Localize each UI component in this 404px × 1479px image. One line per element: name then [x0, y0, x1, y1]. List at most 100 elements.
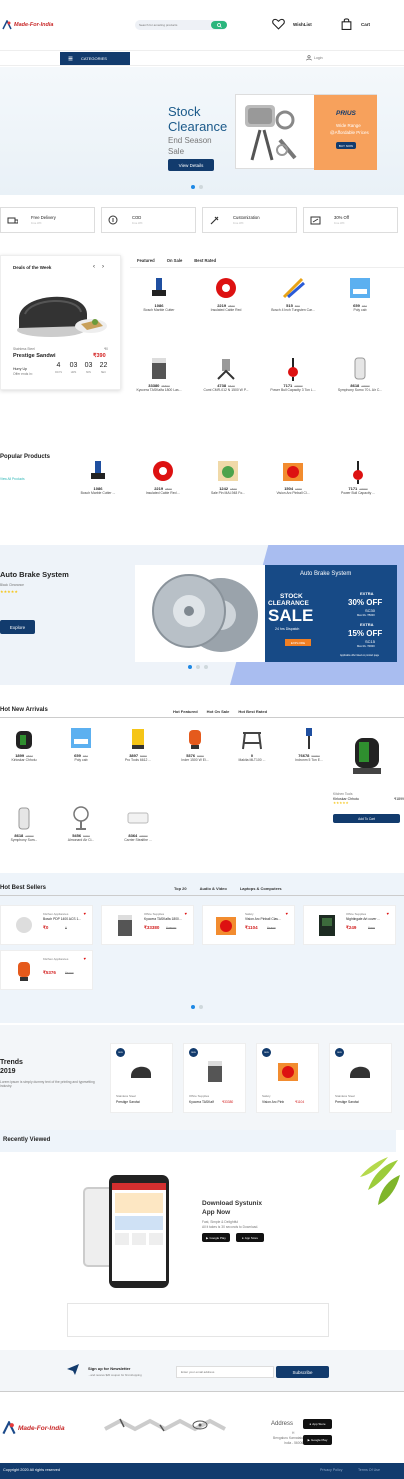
view-details-button[interactable]: View Details	[168, 159, 214, 171]
product-image[interactable]	[85, 458, 111, 484]
product-image[interactable]	[68, 725, 94, 751]
seller-image[interactable]	[213, 912, 239, 940]
trend-name[interactable]: Prestige Sandwi	[335, 1100, 359, 1104]
add-to-cart-button[interactable]: Add To Cart	[333, 814, 400, 823]
deal-prev-arrow[interactable]: ‹	[93, 264, 95, 270]
promo-dot[interactable]	[196, 665, 200, 669]
product-card[interactable]: 1086 Bosch Marble Cutter	[135, 275, 183, 312]
subscribe-button[interactable]: Subscribe	[276, 1366, 329, 1378]
seller-image[interactable]	[112, 912, 138, 940]
product-name[interactable]: Kirloskar Chhotu	[0, 758, 48, 762]
hero-dot-active[interactable]	[191, 185, 195, 189]
product-card[interactable]: 3897 5000 Pro Tools 6612 ...	[114, 725, 162, 762]
seller-card[interactable]: Kitchen Appliances ₹5376 ₹6000 ♥	[0, 950, 93, 990]
product-image[interactable]	[146, 355, 172, 381]
categories-button[interactable]: CATEGORIES	[60, 52, 130, 65]
footer-logo[interactable]: Made-For-India	[2, 1421, 65, 1435]
hero-banner[interactable]: PRIUS Wide Range @Affordable Prices BUY …	[235, 94, 377, 170]
newsletter-email-input[interactable]	[176, 1366, 274, 1378]
popular-link[interactable]: View All Products	[0, 477, 25, 481]
product-card[interactable]: 7171 10000 Power Bull Capacity ...	[334, 458, 382, 495]
tab[interactable]: Laptops & Computers	[240, 886, 282, 891]
deal-next-arrow[interactable]: ›	[102, 264, 104, 270]
product-name[interactable]: Insulated Cable Red	[202, 308, 250, 312]
product-image[interactable]	[296, 725, 322, 751]
trend-card[interactable]: NEW Stainless Steel Prestige Sandwi	[110, 1043, 173, 1113]
heart-icon[interactable]: ♥	[185, 911, 187, 916]
trend-image[interactable]	[202, 1058, 228, 1086]
tab[interactable]: Audio & Video	[200, 886, 227, 891]
product-image[interactable]	[213, 275, 239, 301]
product-image[interactable]	[11, 805, 37, 831]
feature-box[interactable]: 30% Off Free Wifi	[303, 207, 398, 233]
search-bar[interactable]	[135, 20, 227, 30]
product-card[interactable]: 1086 Bosch Marble Cutter ...	[74, 458, 122, 495]
product-name[interactable]: Cumi CMR-012 N 1500 W P...	[202, 388, 250, 392]
product-card[interactable]: 8364 10000 Carrier Stealthe ...	[114, 805, 162, 842]
search-button[interactable]	[211, 21, 227, 29]
seller-name[interactable]: Bosch PDP 1400 ACS 1...	[43, 917, 81, 921]
product-name[interactable]: Symphony Sumo 70 L Air C...	[336, 388, 384, 392]
product-name[interactable]: Poly cab	[336, 308, 384, 312]
arrivals-side-card[interactable]: Kitchen Tools Kirloskar Chhotu ₹1899 ★★★…	[333, 730, 404, 840]
product-card[interactable]: 659 774 Poly cab	[57, 725, 105, 762]
explore-button[interactable]: Explore	[0, 620, 35, 634]
product-card[interactable]: 8618 10000 Symphony Sum...	[0, 805, 48, 842]
heart-icon[interactable]: ♥	[387, 911, 389, 916]
terms-link[interactable]: Terms Of Use	[358, 1468, 380, 1472]
product-name[interactable]: Kyocera TASKalfa 1800 Las...	[135, 388, 183, 392]
product-card[interactable]: 2219 2500 Insulated Cable Red ...	[139, 458, 187, 495]
product-name[interactable]: Bosch Marble Cutter ...	[74, 491, 122, 495]
tab[interactable]: Hot Featured	[173, 709, 198, 714]
product-card[interactable]: 2219 2500 Insulated Cable Red	[202, 275, 250, 312]
product-name[interactable]: Poly cab	[57, 758, 105, 762]
seller-name[interactable]: Nightingale Art cover ...	[346, 917, 380, 921]
product-card[interactable]: 1899 2827 Kirloskar Chhotu	[0, 725, 48, 762]
product-name[interactable]: Power Bull Capacity ...	[334, 491, 382, 495]
seller-card[interactable]: Safety Vision Arc Pinball Clas... ₹1104 ₹15…	[202, 905, 295, 945]
trend-name[interactable]: Prestige Sandwi	[116, 1100, 140, 1104]
seller-name[interactable]: Kyocera TASKalfa 1800...	[144, 917, 182, 921]
product-name[interactable]: Indronm 5 Ton E...	[285, 758, 333, 762]
seller-card[interactable]: Kitchen Appliances Bosch PDP 1400 ACS 1..…	[0, 905, 93, 945]
product-image[interactable]	[239, 725, 265, 751]
privacy-link[interactable]: Privacy Policy	[320, 1468, 342, 1472]
promo-dot-active[interactable]	[188, 665, 192, 669]
trend-card[interactable]: NEW Stainless Steel Prestige Sandwi	[329, 1043, 392, 1113]
feature-box[interactable]: COD Free Wifi	[101, 207, 196, 233]
promo-banner[interactable]: Auto Brake System STOCK CLEARANCE SALE 2…	[135, 565, 397, 662]
product-card[interactable]: 5456 6000 Almonard Air Ci...	[57, 805, 105, 842]
product-image[interactable]	[280, 275, 306, 301]
product-image[interactable]	[213, 355, 239, 381]
product-image[interactable]	[150, 458, 176, 484]
promo-explore-button[interactable]: EXPLORE	[285, 639, 311, 646]
feature-box[interactable]: Free Delivery Free Wifi	[0, 207, 95, 233]
product-name[interactable]: Symphony Sum...	[0, 838, 48, 842]
heart-icon[interactable]: ♥	[286, 911, 288, 916]
logo[interactable]: Made-For-India	[2, 20, 53, 30]
product-card[interactable]: 0 Makita MLT100 ...	[228, 725, 276, 762]
product-image[interactable]	[347, 275, 373, 301]
product-image[interactable]	[280, 458, 306, 484]
product-card[interactable]: 1504 1700 Vision Arc Pinball Cl...	[269, 458, 317, 495]
login-link[interactable]: Login	[306, 55, 323, 61]
product-name[interactable]: Bosch 4 Inch Tungsten Car...	[269, 308, 317, 312]
product-image[interactable]	[347, 355, 373, 381]
deal-name[interactable]: Prestige Sandwi	[13, 353, 56, 359]
product-card[interactable]: 5376 6000 Inder 1500 W El...	[171, 725, 219, 762]
tab[interactable]: On Sale	[167, 258, 183, 263]
product-card[interactable]: 8618 10000 Symphony Sumo 70 L Air C...	[336, 355, 384, 392]
trend-image[interactable]	[275, 1058, 301, 1086]
tab[interactable]: Top 20	[174, 886, 187, 891]
product-image[interactable]	[125, 725, 151, 751]
tab[interactable]: Best Rated	[194, 258, 216, 263]
product-image[interactable]	[182, 725, 208, 751]
product-image[interactable]	[68, 805, 94, 831]
tab[interactable]: Hot Best Rated	[238, 709, 267, 714]
product-image[interactable]	[280, 355, 306, 381]
search-input[interactable]	[135, 20, 205, 30]
footer-app-store[interactable]: ● App Store	[303, 1419, 332, 1429]
product-name[interactable]: Vision Arc Pinball Cl...	[269, 491, 317, 495]
trend-image[interactable]	[348, 1058, 374, 1086]
seller-card[interactable]: Office Supplies Kyocera TASKalfa 1800... ₹…	[101, 905, 194, 945]
